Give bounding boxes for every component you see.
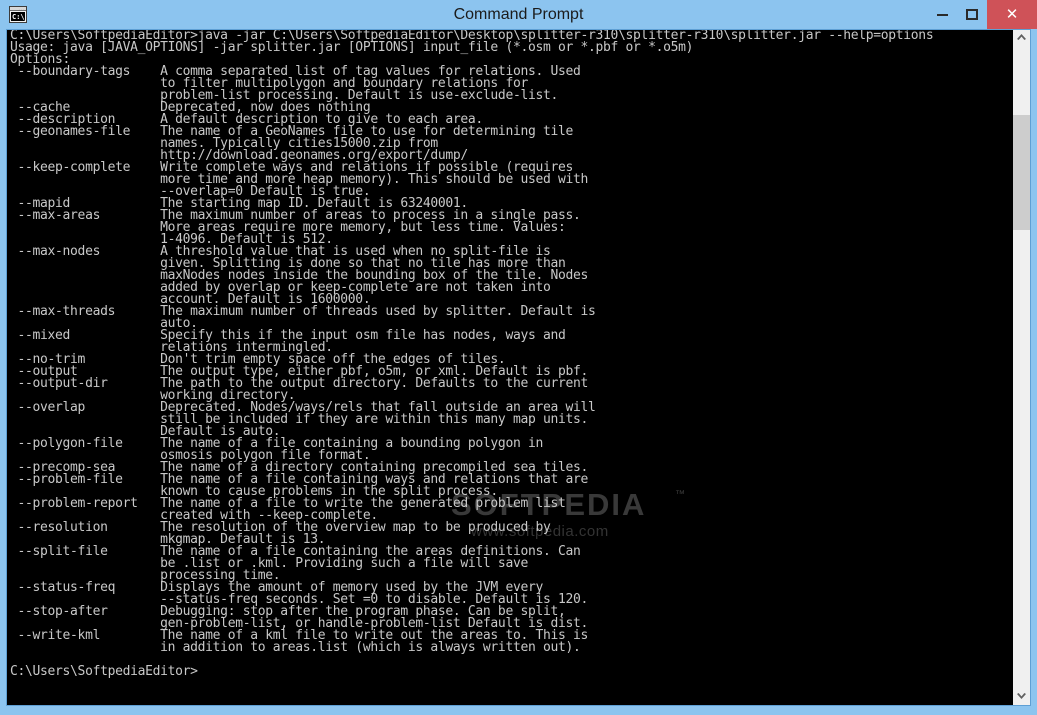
scroll-up-button[interactable] [1013,29,1030,46]
icon-dots: ··· [19,7,25,11]
maximize-button[interactable] [957,0,987,29]
window-titlebar[interactable]: ··· C:\_ Command Prompt ✕ [0,0,1037,29]
maximize-icon [966,9,978,20]
minimize-button[interactable] [927,0,957,29]
close-icon: ✕ [1005,6,1019,23]
command-prompt-window: ··· C:\_ Command Prompt ✕ SOFTPEDIA ™ ww… [0,0,1037,715]
window-title: Command Prompt [453,6,584,23]
window-border-left [0,29,7,715]
icon-prompt-glyph: C:\_ [11,12,25,21]
window-border-right [1030,29,1037,715]
icon-titlebar-strip: ··· [10,7,26,11]
console-output-area[interactable]: SOFTPEDIA ™ www.softpedia.com C:\Users\S… [7,29,1030,705]
console-text: C:\Users\SoftpediaEditor>java -jar C:\Us… [10,29,934,679]
minimize-icon [937,14,948,16]
scroll-down-button[interactable] [1013,688,1030,705]
scrollbar-thumb[interactable] [1013,115,1030,230]
console-scrollbar[interactable] [1013,29,1030,705]
close-button[interactable]: ✕ [987,0,1037,29]
chevron-up-icon [1017,34,1026,40]
chevron-down-icon [1017,693,1026,699]
command-prompt-icon[interactable]: ··· C:\_ [9,6,27,23]
window-border-bottom [0,705,1037,715]
